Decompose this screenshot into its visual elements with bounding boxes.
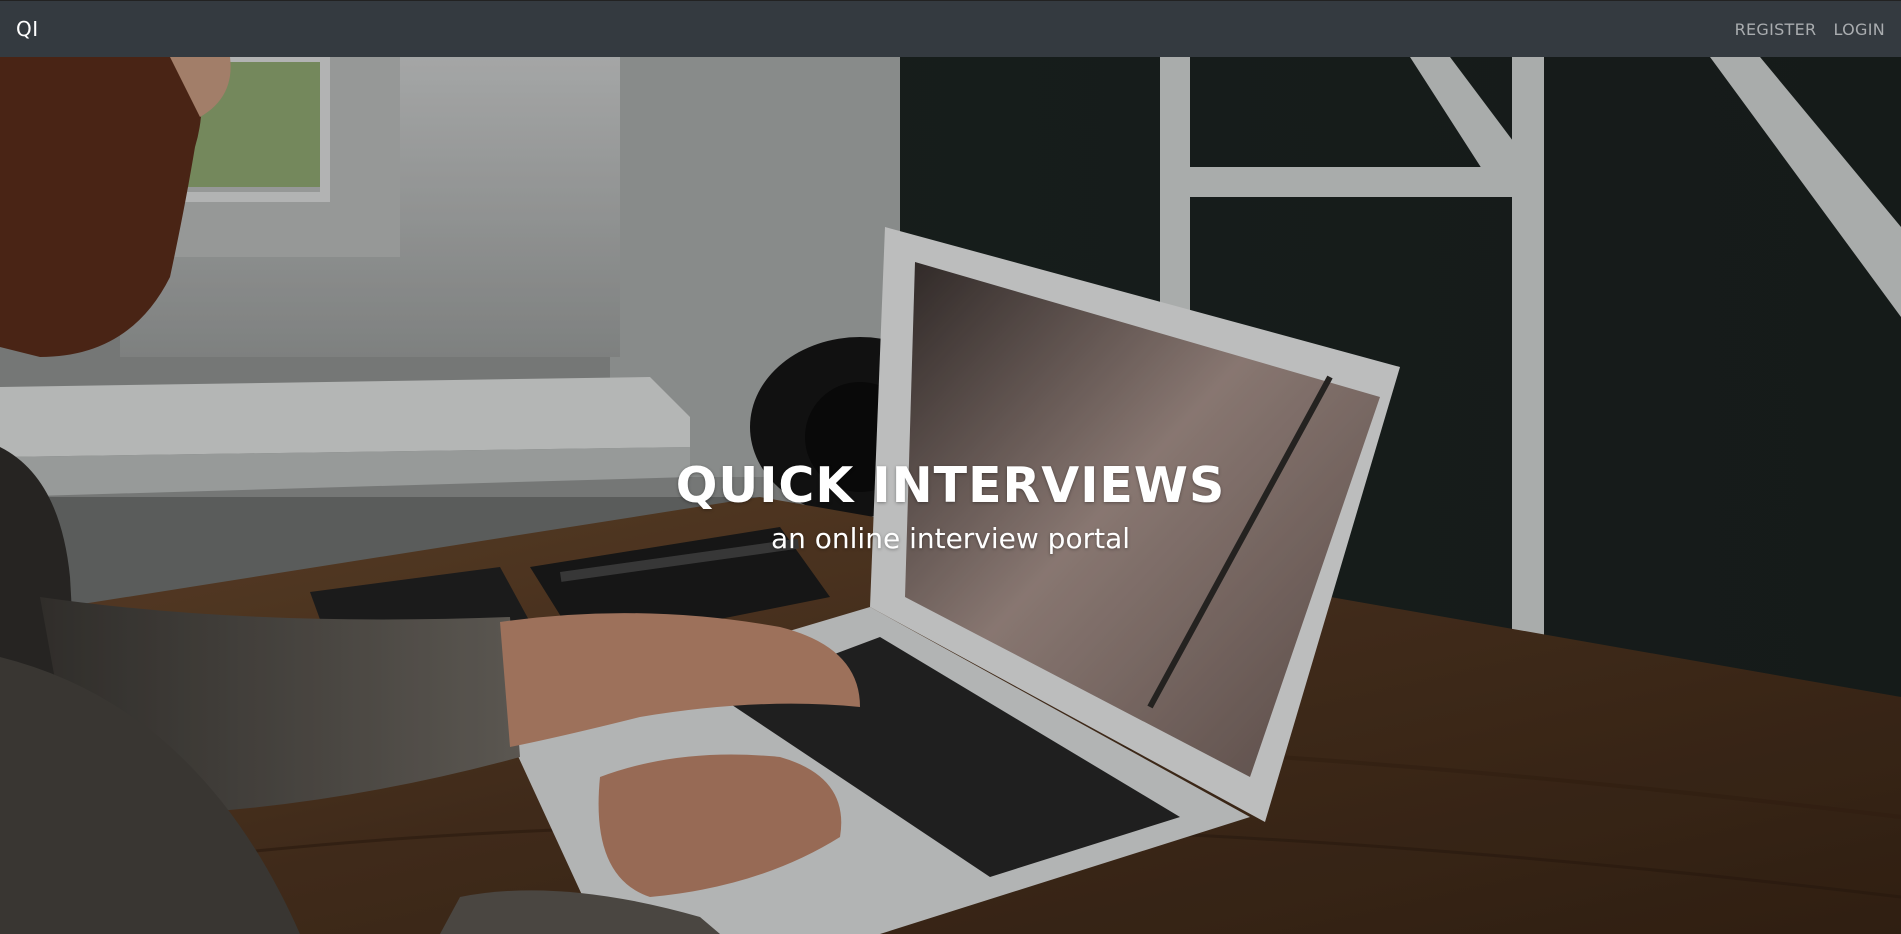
login-link[interactable]: LOGIN [1833, 20, 1885, 39]
nav-links: REGISTER LOGIN [1735, 20, 1885, 39]
hero-subtitle: an online interview portal [770, 522, 1131, 555]
hero-text-block: QUICK INTERVIEWS an online interview por… [0, 57, 1901, 934]
hero-section: QUICK INTERVIEWS an online interview por… [0, 57, 1901, 934]
brand-logo-link[interactable]: QI [16, 17, 39, 41]
top-navbar: QI REGISTER LOGIN [0, 0, 1901, 57]
register-link[interactable]: REGISTER [1735, 20, 1817, 39]
hero-title: QUICK INTERVIEWS [675, 457, 1226, 514]
